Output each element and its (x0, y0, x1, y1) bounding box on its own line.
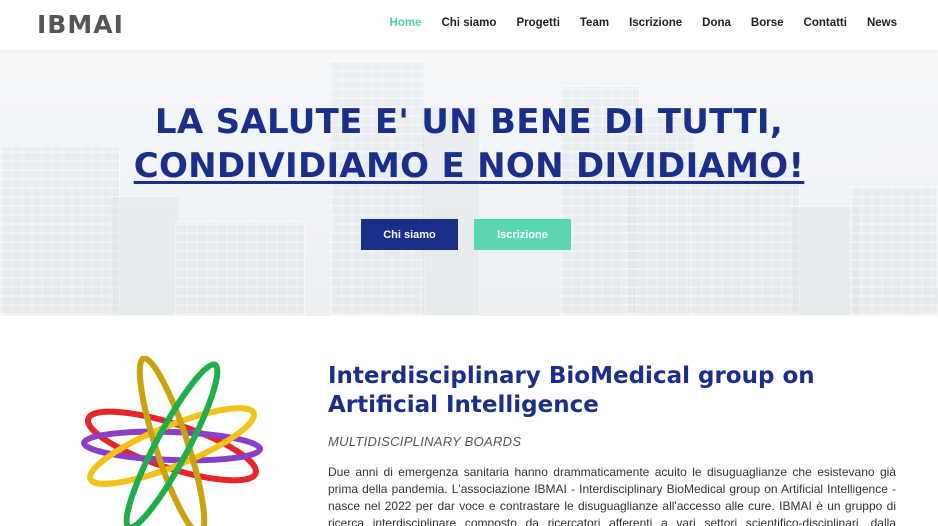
hero-title: LA SALUTE E' UN BENE DI TUTTI, CONDIVIDI… (0, 100, 938, 188)
hero-title-line2: CONDIVIDIAMO E NON DIVIDIAMO! (133, 146, 805, 186)
nav-news[interactable]: News (867, 17, 897, 29)
nav-chi-siamo[interactable]: Chi siamo (441, 17, 496, 29)
main-nav: Home Chi siamo Progetti Team Iscrizione … (370, 17, 897, 29)
about-paragraph: Due anni di emergenza sanitaria hanno dr… (328, 465, 896, 526)
nav-borse[interactable]: Borse (751, 17, 784, 29)
chi-siamo-button[interactable]: Chi siamo (361, 219, 458, 250)
hero-title-line1: LA SALUTE E' UN BENE DI TUTTI, (154, 102, 784, 142)
nav-dona[interactable]: Dona (702, 17, 731, 29)
nav-contatti[interactable]: Contatti (804, 17, 847, 29)
nav-progetti[interactable]: Progetti (516, 17, 559, 29)
iscrizione-button[interactable]: Iscrizione (474, 219, 571, 250)
nav-iscrizione[interactable]: Iscrizione (629, 17, 682, 29)
site-header: IBMAI Home Chi siamo Progetti Team Iscri… (0, 0, 938, 50)
about-heading: Interdisciplinary BioMedical group on Ar… (328, 363, 815, 418)
about-section: Interdisciplinary BioMedical group on Ar… (0, 316, 938, 526)
nav-home[interactable]: Home (390, 17, 422, 29)
hero-banner: LA SALUTE E' UN BENE DI TUTTI, CONDIVIDI… (0, 50, 938, 316)
ibmai-emblem-icon (81, 356, 263, 526)
site-logo[interactable]: IBMAI (37, 10, 124, 39)
about-subheading: MULTIDISCIPLINARY BOARDS (328, 434, 522, 449)
nav-team[interactable]: Team (580, 17, 609, 29)
